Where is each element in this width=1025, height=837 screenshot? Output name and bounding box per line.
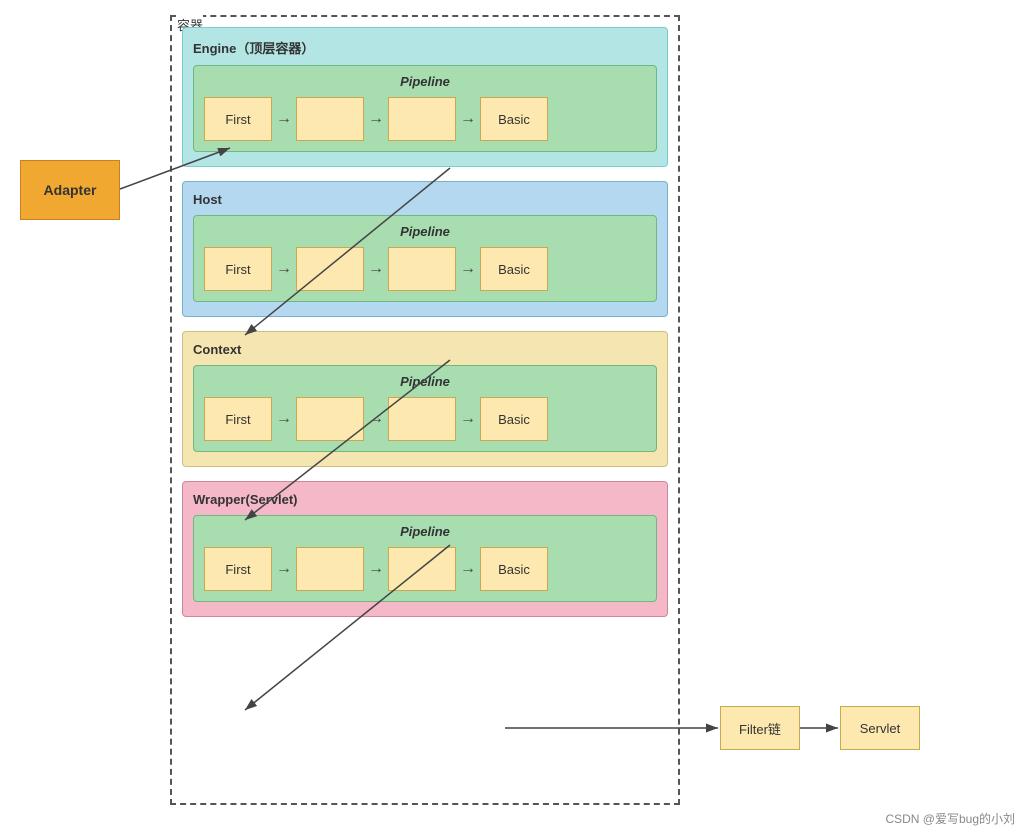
engine-pipeline-label: Pipeline [204,74,646,89]
wrapper-pipeline: Pipeline First → → → Basic [193,515,657,602]
engine-box-2 [296,97,364,141]
engine-pipeline: Pipeline First → → → Basic [193,65,657,152]
context-arrow-2: → [368,410,384,428]
wrapper-pipeline-label: Pipeline [204,524,646,539]
host-section: Host Pipeline First → → → Basic [182,181,668,317]
engine-box-3 [388,97,456,141]
host-box-basic: Basic [480,247,548,291]
engine-arrow-3: → [460,110,476,128]
filter-chain-label: Filter链 [739,719,781,738]
wrapper-box-basic: Basic [480,547,548,591]
context-arrow-3: → [460,410,476,428]
host-pipeline-label: Pipeline [204,224,646,239]
host-arrow-1: → [276,260,292,278]
context-section: Context Pipeline First → → → Basic [182,331,668,467]
main-container: 容器 Engine（顶层容器） Pipeline First → → → Bas… [170,15,680,805]
wrapper-arrow-2: → [368,560,384,578]
wrapper-box-first: First [204,547,272,591]
servlet-box: Servlet [840,706,920,750]
engine-box-basic: Basic [480,97,548,141]
host-pipeline: Pipeline First → → → Basic [193,215,657,302]
adapter-box: Adapter [20,160,120,220]
wrapper-label: Wrapper(Servlet) [193,492,657,507]
context-pipeline-row: First → → → Basic [204,397,646,441]
host-arrow-3: → [460,260,476,278]
context-box-first: First [204,397,272,441]
host-arrow-2: → [368,260,384,278]
context-label: Context [193,342,657,357]
host-pipeline-row: First → → → Basic [204,247,646,291]
engine-pipeline-row: First → → → Basic [204,97,646,141]
host-box-first: First [204,247,272,291]
wrapper-box-2 [296,547,364,591]
wrapper-box-3 [388,547,456,591]
host-label: Host [193,192,657,207]
wrapper-arrow-3: → [460,560,476,578]
context-box-3 [388,397,456,441]
engine-box-first: First [204,97,272,141]
servlet-label: Servlet [860,721,900,736]
watermark: CSDN @爱写bug的小刘 [885,810,1015,827]
context-box-2 [296,397,364,441]
host-box-3 [388,247,456,291]
wrapper-pipeline-row: First → → → Basic [204,547,646,591]
context-box-basic: Basic [480,397,548,441]
context-pipeline-label: Pipeline [204,374,646,389]
filter-chain-box: Filter链 [720,706,800,750]
host-box-2 [296,247,364,291]
context-pipeline: Pipeline First → → → Basic [193,365,657,452]
wrapper-arrow-1: → [276,560,292,578]
engine-arrow-2: → [368,110,384,128]
engine-label: Engine（顶层容器） [193,38,657,57]
wrapper-section: Wrapper(Servlet) Pipeline First → → → Ba… [182,481,668,617]
context-arrow-1: → [276,410,292,428]
adapter-label: Adapter [44,182,97,198]
engine-arrow-1: → [276,110,292,128]
engine-section: Engine（顶层容器） Pipeline First → → → Basic [182,27,668,167]
